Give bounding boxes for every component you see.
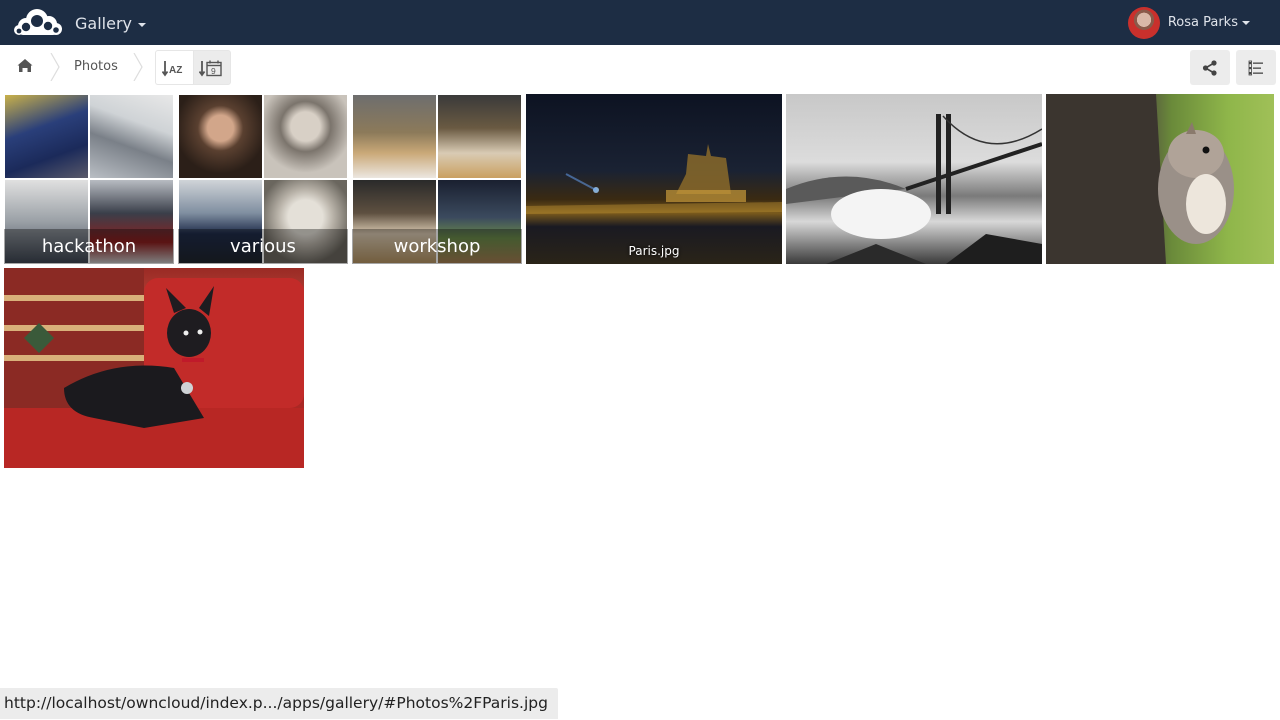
album-thumbnail [179, 95, 262, 178]
sort-alpha-icon: AZ [161, 60, 182, 77]
sort-name-text: AZ [169, 65, 182, 76]
details-button[interactable] [1236, 50, 1276, 85]
breadcrumb-separator-icon [50, 53, 60, 81]
breadcrumb-photos[interactable]: Photos [74, 45, 118, 89]
album-thumbnail [90, 95, 173, 178]
home-icon [17, 59, 33, 72]
share-button[interactable] [1190, 50, 1230, 85]
sort-by-date-button[interactable]: 9 [193, 50, 231, 85]
user-menu-button[interactable]: Rosa Parks [1127, 0, 1250, 45]
chevron-down-icon [137, 22, 146, 27]
breadcrumb-home[interactable] [4, 45, 50, 89]
album-thumbnail [353, 95, 436, 178]
paris-image-art [526, 144, 782, 214]
avatar [1127, 6, 1160, 39]
share-icon [1202, 59, 1217, 76]
sort-date-text: 9 [211, 66, 216, 76]
image-tile-golden-gate[interactable] [786, 94, 1042, 264]
app-menu-button[interactable]: Gallery [75, 0, 146, 45]
image-tile-paris[interactable]: Paris.jpg [526, 94, 782, 264]
album-thumbnail [264, 95, 347, 178]
breadcrumb-separator-icon [133, 53, 143, 81]
album-tile-hackathon[interactable]: hackathon [4, 94, 174, 264]
album-thumbnail [5, 95, 88, 178]
bridge-image-art [786, 114, 1042, 264]
top-header: Gallery Rosa Parks [0, 0, 1280, 45]
chevron-down-icon [1242, 20, 1250, 25]
status-url: http://localhost/owncloud/index.p.../app… [0, 688, 558, 719]
album-tile-workshop[interactable]: workshop [352, 94, 522, 264]
album-tile-various[interactable]: various [178, 94, 348, 264]
sort-by-name-button[interactable]: AZ [155, 50, 193, 85]
user-name: Rosa Parks [1167, 15, 1238, 30]
owncloud-logo-icon[interactable] [12, 7, 64, 37]
sort-date-icon: 9 [199, 60, 222, 77]
image-tile-dog[interactable] [4, 268, 304, 468]
squirrel-image-art [1046, 94, 1234, 264]
album-name: workshop [352, 229, 522, 264]
controls-bar: Photos AZ 9 [0, 45, 1280, 90]
sort-buttons: AZ 9 [155, 50, 233, 85]
album-name: hackathon [4, 229, 174, 264]
image-name: Paris.jpg [628, 244, 680, 258]
image-tile-squirrel[interactable] [1046, 94, 1274, 264]
album-thumbnail [438, 95, 521, 178]
details-list-icon [1248, 60, 1263, 75]
album-name: various [178, 229, 348, 264]
dog-image-art [4, 268, 304, 468]
app-name: Gallery [75, 14, 132, 33]
